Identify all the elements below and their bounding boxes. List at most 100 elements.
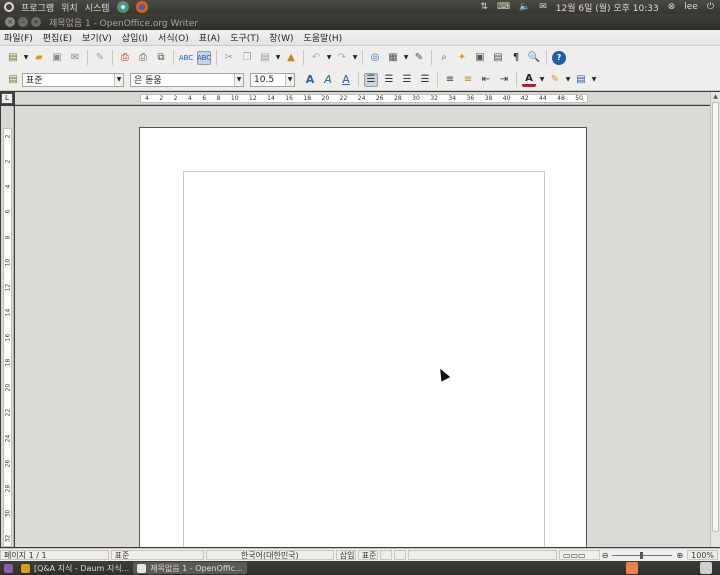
scrollbar-thumb[interactable] (712, 102, 719, 532)
show-draw-functions-icon[interactable]: ✎ (412, 51, 426, 65)
align-right-icon[interactable]: ☰ (400, 73, 414, 87)
datasources-icon[interactable]: ▤ (491, 51, 505, 65)
network-icon[interactable]: ⇅ (480, 2, 488, 12)
bold-icon[interactable]: A (303, 73, 317, 87)
trash-icon[interactable] (700, 562, 712, 574)
view-layout-buttons[interactable]: ▭▭▭ (558, 550, 600, 560)
scroll-up-icon[interactable]: ▲ (711, 92, 720, 101)
menu-insert[interactable]: 삽입(I) (122, 31, 148, 44)
save-icon[interactable]: ▣ (50, 51, 64, 65)
hyperlink-icon[interactable]: ◎ (368, 51, 382, 65)
status-document-modified[interactable] (379, 550, 392, 560)
highlighting-icon[interactable]: ✎ (548, 73, 562, 87)
font-color-dropdown-icon[interactable]: ▼ (539, 73, 545, 87)
align-left-icon[interactable]: ☰ (364, 72, 378, 87)
font-color-icon[interactable]: A (522, 73, 536, 87)
tab-type-selector[interactable]: L (1, 93, 13, 104)
status-language[interactable]: 한국어(대한민국) (205, 550, 334, 560)
menu-format[interactable]: 서식(O) (158, 31, 189, 44)
status-page-style[interactable]: 표준 (110, 550, 204, 560)
show-desktop-icon[interactable] (0, 562, 17, 574)
power-icon[interactable]: ⏻ (707, 2, 714, 12)
clone-formatting-icon[interactable]: ▲ (284, 51, 298, 65)
panel-menu-places[interactable]: 위치 (61, 1, 78, 14)
decrease-indent-icon[interactable]: ⇤ (479, 73, 493, 87)
keyboard-icon[interactable]: ⌨ (497, 2, 510, 12)
export-pdf-icon[interactable]: ⎙ (118, 51, 132, 65)
bullets-icon[interactable]: ≡ (461, 73, 475, 87)
status-insert-mode[interactable]: 삽입 (335, 550, 356, 560)
vertical-ruler[interactable]: 2 2 4 6 8 10 12 14 16 18 20 22 24 26 28 30 32 (1, 106, 14, 547)
panel-user[interactable]: lee (684, 2, 698, 12)
paste-dropdown-icon[interactable]: ▼ (275, 51, 281, 65)
ubuntu-logo-icon[interactable] (4, 2, 14, 12)
minimize-window-button[interactable]: – (18, 17, 28, 27)
volume-icon[interactable]: 🔈 (519, 2, 530, 12)
taskbar-item-writer[interactable]: 제목없음 1 - OpenOffic... (133, 562, 247, 574)
undo-icon[interactable]: ↶ (309, 51, 323, 65)
font-name-select[interactable]: 은 돋움 ▼ (130, 72, 244, 87)
zoom-out-icon[interactable]: ⊖ (602, 551, 609, 560)
align-center-icon[interactable]: ☰ (382, 73, 396, 87)
autospellcheck-icon[interactable]: ABC (197, 50, 211, 65)
redo-icon[interactable]: ↷ (335, 51, 349, 65)
close-window-button[interactable]: × (5, 17, 15, 27)
zoom-icon[interactable]: 🔍 (527, 51, 541, 65)
chevron-down-icon[interactable]: ▼ (234, 73, 243, 86)
navigator-icon[interactable]: ✦ (455, 51, 469, 65)
copy-icon[interactable]: ❐ (240, 51, 254, 65)
window-titlebar[interactable]: × – + 제목없음 1 - OpenOffice.org Writer (0, 14, 720, 30)
firefox-launcher-icon[interactable] (135, 1, 148, 13)
email-icon[interactable]: ✉ (68, 51, 82, 65)
undo-dropdown-icon[interactable]: ▼ (326, 51, 332, 65)
zoom-in-icon[interactable]: ⊕ (676, 551, 683, 560)
panel-menu-system[interactable]: 시스템 (85, 1, 110, 14)
workspace-switcher[interactable] (626, 562, 638, 574)
paste-icon[interactable]: ▤ (258, 51, 272, 65)
menu-help[interactable]: 도움말(H) (303, 31, 342, 44)
italic-icon[interactable]: A (321, 73, 335, 87)
horizontal-ruler[interactable]: 4 2 2 4 6 8 10 12 14 16 18 20 22 24 26 28 30 32 34 36 38 40 42… (15, 92, 710, 105)
formatting-marks-icon[interactable]: ¶ (509, 51, 523, 65)
print-icon[interactable]: ⎙ (136, 51, 150, 65)
user-status-icon[interactable]: ⊗ (668, 2, 676, 12)
status-page[interactable]: 페이지 1 / 1 (0, 550, 109, 560)
text-boundaries[interactable] (183, 171, 545, 547)
help-icon[interactable]: ? (552, 50, 566, 65)
new-document-icon[interactable]: ▤ (6, 51, 20, 65)
numbering-icon[interactable]: ≡ (443, 73, 457, 87)
open-folder-icon[interactable]: ▰ (32, 51, 46, 65)
menu-table[interactable]: 표(A) (199, 31, 220, 44)
zoom-slider[interactable] (612, 551, 673, 559)
background-dropdown-icon[interactable]: ▼ (591, 73, 597, 87)
menu-edit[interactable]: 편집(E) (43, 31, 72, 44)
status-selection-mode[interactable]: 표준 (357, 550, 378, 560)
highlighting-dropdown-icon[interactable]: ▼ (565, 73, 571, 87)
gallery-icon[interactable]: ▣ (473, 51, 487, 65)
chevron-down-icon[interactable]: ▼ (114, 73, 123, 86)
status-digital-signature[interactable] (393, 550, 406, 560)
paragraph-style-select[interactable]: 표준 ▼ (22, 72, 124, 87)
font-size-select[interactable]: 10.5 ▼ (250, 72, 295, 87)
redo-dropdown-icon[interactable]: ▼ (352, 51, 358, 65)
underline-icon[interactable]: A (339, 73, 353, 87)
find-replace-icon[interactable]: ⌕ (437, 51, 451, 65)
table-dropdown-icon[interactable]: ▼ (403, 51, 409, 65)
new-dropdown-icon[interactable]: ▼ (23, 51, 29, 65)
background-color-icon[interactable]: ▤ (574, 73, 588, 87)
document-area[interactable] (15, 106, 710, 547)
panel-clock[interactable]: 12월 6일 (월) 오후 10:33 (556, 1, 659, 14)
chrome-launcher-icon[interactable] (116, 1, 129, 13)
spellcheck-icon[interactable]: ABC (179, 51, 193, 65)
status-zoom[interactable]: 100% (687, 550, 719, 560)
vertical-scrollbar[interactable]: ▲ (710, 92, 720, 547)
menu-tools[interactable]: 도구(T) (230, 31, 259, 44)
menu-window[interactable]: 창(W) (269, 31, 293, 44)
document-page[interactable] (139, 127, 587, 547)
increase-indent-icon[interactable]: ⇥ (497, 73, 511, 87)
print-preview-icon[interactable]: ⧉ (154, 51, 168, 65)
table-icon[interactable]: ▦ (386, 51, 400, 65)
styles-formatting-icon[interactable]: ▤ (6, 73, 20, 87)
cut-icon[interactable]: ✂ (222, 51, 236, 65)
justify-icon[interactable]: ☰ (418, 73, 432, 87)
